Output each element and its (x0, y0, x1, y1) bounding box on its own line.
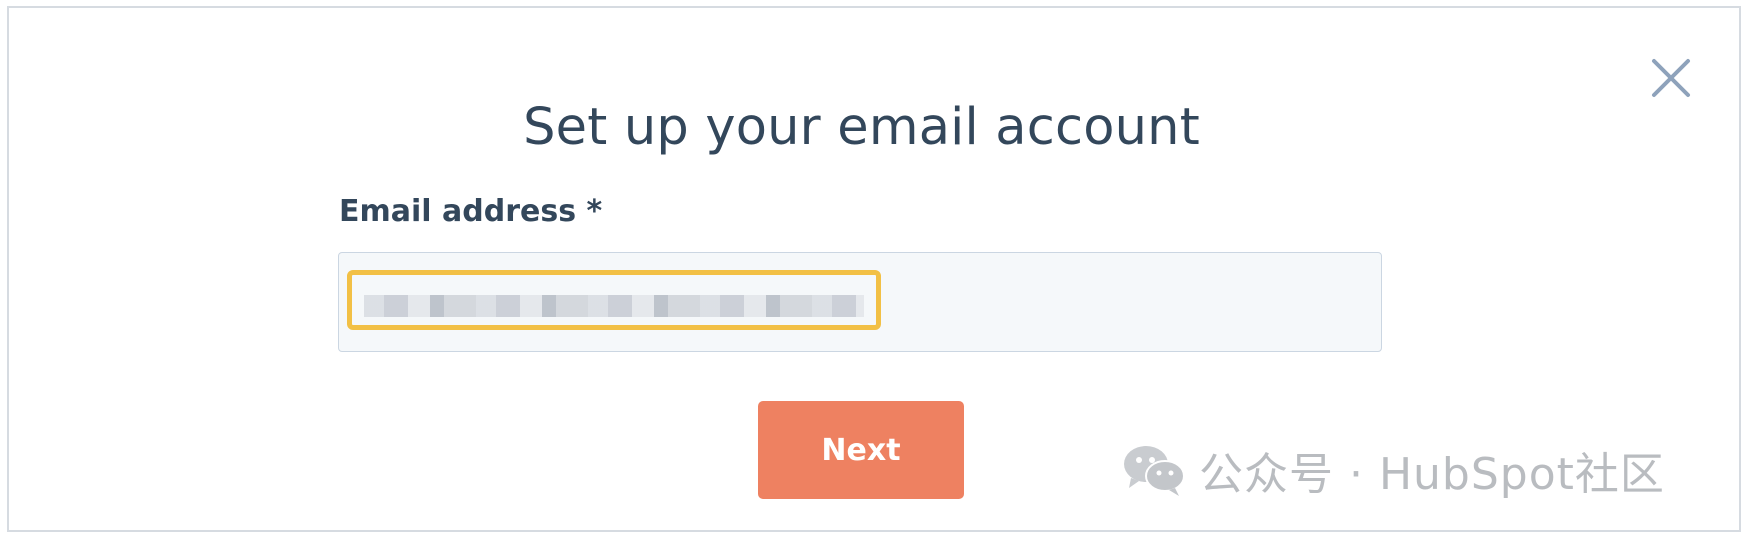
email-value-highlight (347, 270, 881, 330)
close-button[interactable] (1649, 56, 1693, 100)
wechat-icon (1124, 446, 1185, 496)
email-setup-dialog: Set up your email account Email address … (7, 6, 1741, 532)
email-address-label: Email address * (339, 194, 603, 229)
next-button[interactable]: Next (758, 401, 964, 499)
email-address-input[interactable] (338, 252, 1382, 352)
watermark-text: 公众号 · HubSpot社区 (1199, 449, 1665, 500)
close-icon (1652, 59, 1690, 97)
dialog-title: Set up your email account (523, 98, 1200, 157)
watermark: 公众号 · HubSpot社区 (1121, 440, 1665, 500)
redacted-email-value (364, 295, 864, 317)
